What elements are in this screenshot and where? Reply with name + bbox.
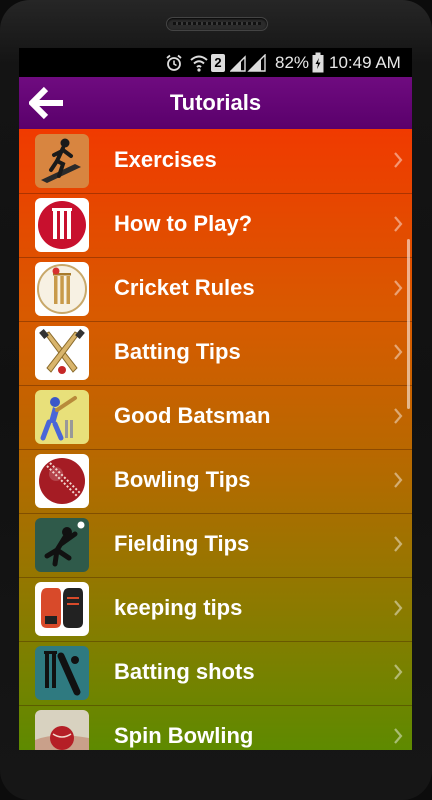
page-title: Tutorials [169,90,262,115]
chevron-right-icon [394,664,403,680]
keeping-gloves-icon [35,582,89,636]
chevron-right-icon [394,408,403,424]
list-item-label: Exercises [114,147,217,172]
chevron-right-icon [394,344,403,360]
sim-badge: 2 [211,54,225,72]
exercise-runner-icon [35,134,89,188]
cricket-ball-icon [35,454,89,508]
list-item-good-batsman[interactable]: Good Batsman [19,385,412,450]
chevron-right-icon [394,280,403,296]
list-item-label: Bowling Tips [114,467,251,492]
list-item-fielding-tips[interactable]: Fielding Tips [19,513,412,578]
chevron-right-icon [394,152,403,168]
batting-shot-icon [35,646,89,700]
alarm-clock-icon [166,54,182,71]
list-item-label: Spin Bowling [114,723,254,748]
fielder-icon [35,518,89,572]
list-item-spin-bowling[interactable]: Spin Bowling [19,705,412,750]
list-item-keeping-tips[interactable]: keeping tips [19,577,412,642]
signal-strength-icon [230,54,266,72]
list-item-batting-tips[interactable]: Batting Tips [19,321,412,386]
wifi-icon [190,55,208,72]
battery-charging-icon [312,52,324,73]
list-item-label: Batting shots [114,659,255,684]
chevron-right-icon [394,728,403,744]
battery-percent: 82% [275,53,310,72]
scrollbar[interactable] [407,239,410,409]
crossed-bats-icon [35,326,89,380]
list-item-label: keeping tips [114,595,243,620]
tutorial-list: Exercises How to Play? Cricket Rules Bat… [19,129,412,750]
list-item-label: Good Batsman [114,403,271,428]
screen: 2 82% 10:49 AM Tutorials Exercises How t… [19,48,412,750]
list-item-cricket-rules[interactable]: Cricket Rules [19,257,412,322]
cricket-stumps-icon [35,198,89,252]
chevron-right-icon [394,216,403,232]
list-item-label: Fielding Tips [114,531,250,556]
app-bar: Tutorials [19,77,412,129]
wickets-ball-icon [35,262,89,316]
clock-time: 10:49 AM [329,53,401,72]
list-item-label: Batting Tips [114,339,241,364]
phone-frame: 2 82% 10:49 AM Tutorials Exercises How t… [0,0,432,800]
chevron-right-icon [394,600,403,616]
earpiece-speaker [166,17,268,31]
list-item-label: Cricket Rules [114,275,255,300]
chevron-right-icon [394,472,403,488]
chevron-right-icon [394,536,403,552]
list-item-how-to-play[interactable]: How to Play? [19,193,412,258]
list-item-exercises[interactable]: Exercises [19,129,412,194]
list-item-label: How to Play? [114,211,253,236]
list-item-bowling-tips[interactable]: Bowling Tips [19,449,412,514]
batsman-icon [35,390,89,444]
status-bar: 2 82% 10:49 AM [19,48,412,77]
spin-ball-icon [35,710,89,750]
list-item-batting-shots[interactable]: Batting shots [19,641,412,706]
